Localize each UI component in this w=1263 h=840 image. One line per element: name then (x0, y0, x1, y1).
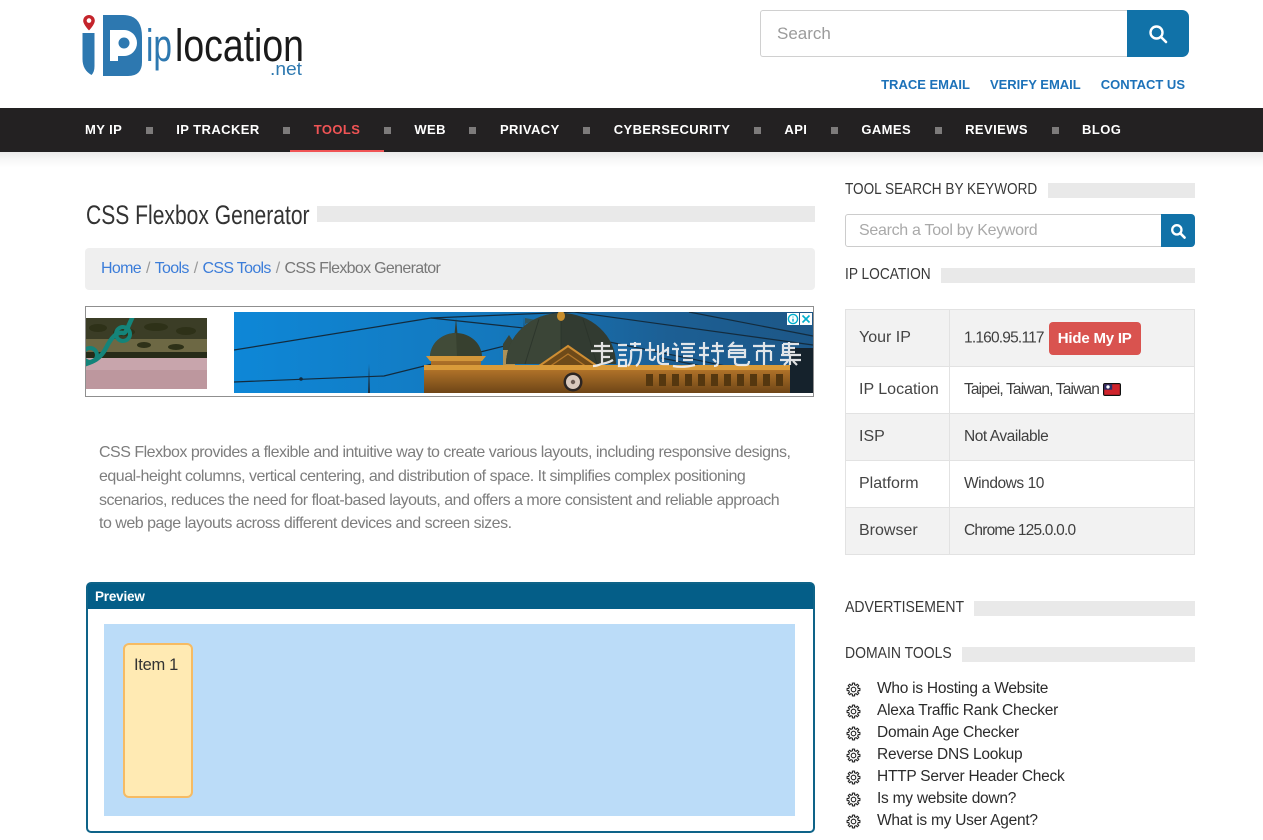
svg-text:.net: .net (270, 59, 302, 79)
svg-text:ip: ip (146, 20, 172, 71)
